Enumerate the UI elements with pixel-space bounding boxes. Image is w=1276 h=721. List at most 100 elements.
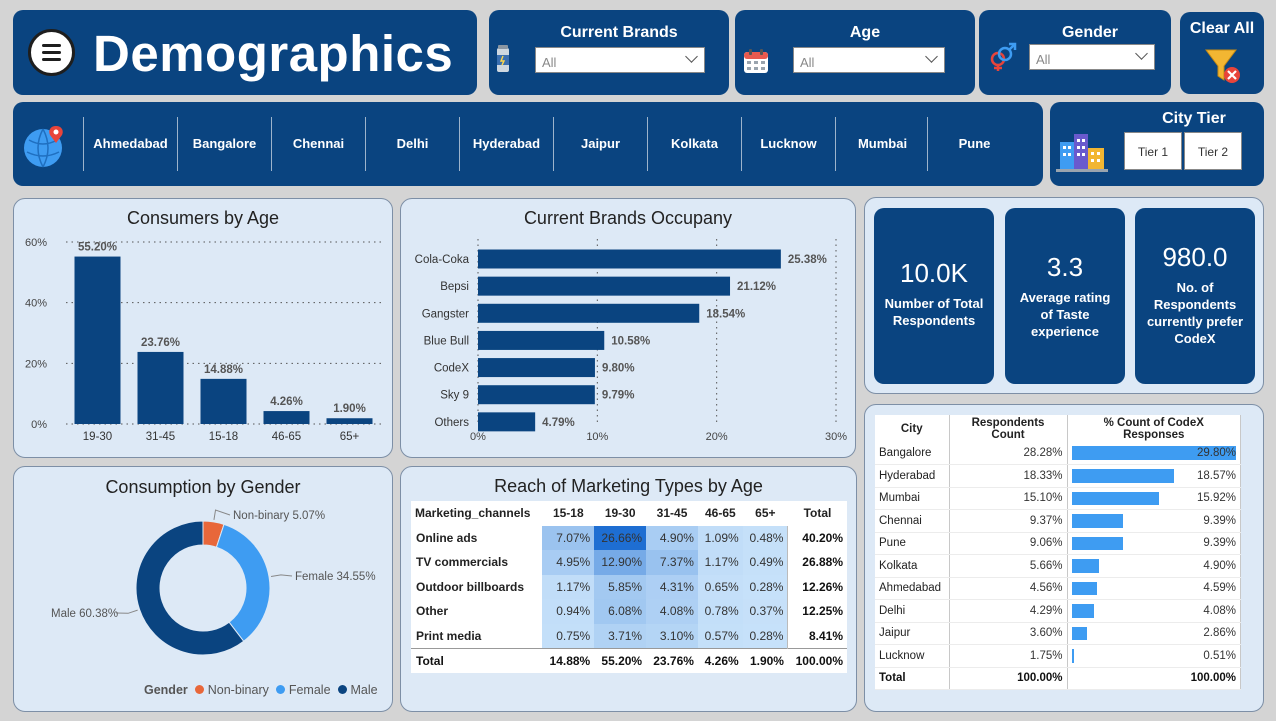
column-header-city[interactable]: City — [875, 415, 950, 442]
city-delhi[interactable]: Delhi — [365, 117, 459, 171]
city-pune[interactable]: Pune — [927, 117, 1021, 171]
consumers-by-age-chart: 0% 20% 40% 60% 55.20% 19-30 23.76% 31-45 14.88% 1… — [25, 237, 381, 443]
x-tick-label: 19-30 — [83, 431, 112, 443]
respondents-count-cell: 1.75% — [949, 644, 1068, 668]
age-bar-31-45[interactable] — [137, 351, 184, 424]
brand-bar-cola-coka[interactable] — [478, 249, 781, 269]
marketing-reach-title: Reach of Marketing Types by Age — [494, 476, 763, 496]
total-cell: Total — [875, 666, 950, 690]
brand-bar-blue-bull[interactable] — [478, 330, 605, 350]
matrix-cell: 0.94% — [542, 599, 595, 624]
age-bar-15-18[interactable] — [200, 378, 247, 424]
current-brands-select[interactable]: All — [535, 47, 705, 73]
column-header-marketing-channels[interactable]: Marketing_channels — [411, 501, 542, 526]
matrix-cell: 0.78% — [697, 599, 743, 624]
codex-value: 4.59% — [1203, 582, 1236, 595]
table-row: TV commercials 4.95% 12.90% 7.37% 1.17% 0.49%… — [411, 550, 847, 575]
matrix-cell: 4.90% — [646, 525, 698, 550]
age-bar-data-label: 4.26% — [270, 396, 303, 408]
total-cell: 23.76% — [646, 647, 698, 673]
brand-bar-gangster[interactable] — [478, 303, 700, 323]
row-label: Print media — [416, 628, 482, 643]
row-total: 26.88% — [787, 550, 847, 575]
x-tick-label: 31-45 — [146, 431, 175, 443]
city-slicer: Ahmedabad Bangalore Chennai Delhi Hydera… — [13, 102, 1043, 186]
brand-bar-others[interactable] — [478, 412, 536, 432]
age-bar-data-label: 1.90% — [333, 403, 366, 415]
kpi-codex-preference: 980.0 No. of Respondents currently prefe… — [1135, 208, 1255, 384]
chevron-down-icon — [925, 50, 938, 63]
chevron-down-icon — [685, 50, 698, 63]
y-tick-label: 40% — [25, 298, 47, 310]
codex-response-cell: 2.86% — [1067, 622, 1241, 645]
city-mumbai[interactable]: Mumbai — [835, 117, 929, 171]
total-row-label: Total — [411, 647, 543, 673]
city-codex-panel: City Respondents Count% Count of CodeX Re… — [864, 404, 1264, 712]
chevron-down-icon — [1135, 47, 1148, 60]
column-header-respondents-count[interactable]: Respondents Count — [949, 415, 1068, 442]
consumption-by-gender-chart: Non-binary 5.07% Female 34.55% Male 60.38% — [51, 509, 376, 656]
age-bar-65[interactable] — [326, 418, 373, 424]
table-row: Jaipur 3.60% 2.86% — [875, 622, 1241, 645]
y-tick-label: CodeX — [434, 363, 469, 375]
column-header-15-18[interactable]: 15-18 — [542, 501, 594, 526]
city-bangalore[interactable]: Bangalore — [177, 117, 271, 171]
city-jaipur[interactable]: Jaipur — [553, 117, 647, 171]
row-label: Online ads — [416, 530, 478, 545]
tier-2-button[interactable]: Tier 2 — [1184, 132, 1242, 170]
city-cell: Pune — [875, 532, 950, 555]
y-tick-label: 60% — [25, 237, 47, 249]
y-tick-label: Blue Bull — [424, 335, 469, 347]
table-row: Chennai 9.37% 9.39% — [875, 509, 1241, 533]
column-header-total[interactable]: Total — [788, 501, 847, 526]
donut-data-label: Female 34.55% — [295, 571, 376, 583]
current-brands-filter: Current Brands All — [489, 10, 729, 95]
city-ahmedabad[interactable]: Ahmedabad — [83, 117, 177, 171]
age-bar-46-65[interactable] — [263, 411, 310, 424]
donut-slice-female[interactable] — [215, 523, 271, 642]
male-legend-label: Male — [350, 683, 378, 697]
column-header-46-65[interactable]: 46-65 — [698, 501, 743, 526]
x-tick-label: 46-65 — [272, 431, 301, 443]
matrix-cell: 0.28% — [742, 574, 788, 599]
column-header-65[interactable]: 65+ — [743, 501, 788, 526]
total-row: Total 14.88% 55.20% 23.76% 4.26% 1.90% 100.00% — [411, 647, 847, 673]
kpi-average-rating: 3.3 Average rating of Taste experience — [1005, 208, 1125, 384]
tier-1-button[interactable]: Tier 1 — [1124, 132, 1182, 170]
city-lucknow[interactable]: Lucknow — [741, 117, 835, 171]
column-header-19-30[interactable]: 19-30 — [594, 501, 646, 526]
brand-bar-data-label: 10.58% — [611, 335, 650, 347]
city-kolkata[interactable]: Kolkata — [647, 117, 741, 171]
respondents-count-cell: 4.56% — [949, 577, 1068, 600]
codex-databar — [1071, 581, 1097, 595]
codex-response-cell: 9.39% — [1067, 509, 1241, 533]
age-bar-19-30[interactable] — [74, 256, 121, 424]
matrix-cell: 0.57% — [697, 623, 743, 648]
clear-all-button[interactable]: Clear All — [1180, 12, 1264, 94]
brand-bar-bepsi[interactable] — [478, 276, 731, 296]
codex-databar — [1071, 604, 1095, 618]
brand-bar-sky-9[interactable] — [478, 385, 595, 405]
age-select[interactable]: All — [793, 47, 945, 73]
column-header-31-45[interactable]: 31-45 — [646, 501, 698, 526]
matrix-cell: 0.49% — [742, 550, 788, 575]
codex-databar — [1071, 491, 1160, 505]
gender-select[interactable]: All — [1029, 44, 1155, 70]
brand-bar-codex[interactable] — [478, 358, 595, 378]
city-hyderabad[interactable]: Hyderabad — [459, 117, 553, 171]
respondents-count-cell: 4.29% — [949, 599, 1068, 623]
column-header-count-of-codex-responses[interactable]: % Count of CodeX Responses — [1067, 415, 1241, 442]
brand-bar-data-label: 9.80% — [602, 363, 635, 375]
kpi-total-respondents: 10.0K Number of Total Respondents — [874, 208, 994, 384]
donut-data-label: Non-binary 5.07% — [233, 510, 325, 522]
row-total: 12.26% — [787, 574, 847, 599]
x-tick-label: 65+ — [340, 431, 360, 443]
male-legend-swatch — [338, 685, 348, 694]
city-chennai[interactable]: Chennai — [271, 117, 365, 171]
total-cell: 14.88% — [542, 647, 595, 673]
city-cell: Ahmedabad — [875, 577, 950, 600]
current-brands-label: Current Brands — [560, 24, 678, 41]
codex-value: 0.51% — [1203, 649, 1236, 662]
donut-data-label: Male 60.38% — [51, 608, 118, 620]
menu-icon[interactable] — [28, 29, 75, 76]
